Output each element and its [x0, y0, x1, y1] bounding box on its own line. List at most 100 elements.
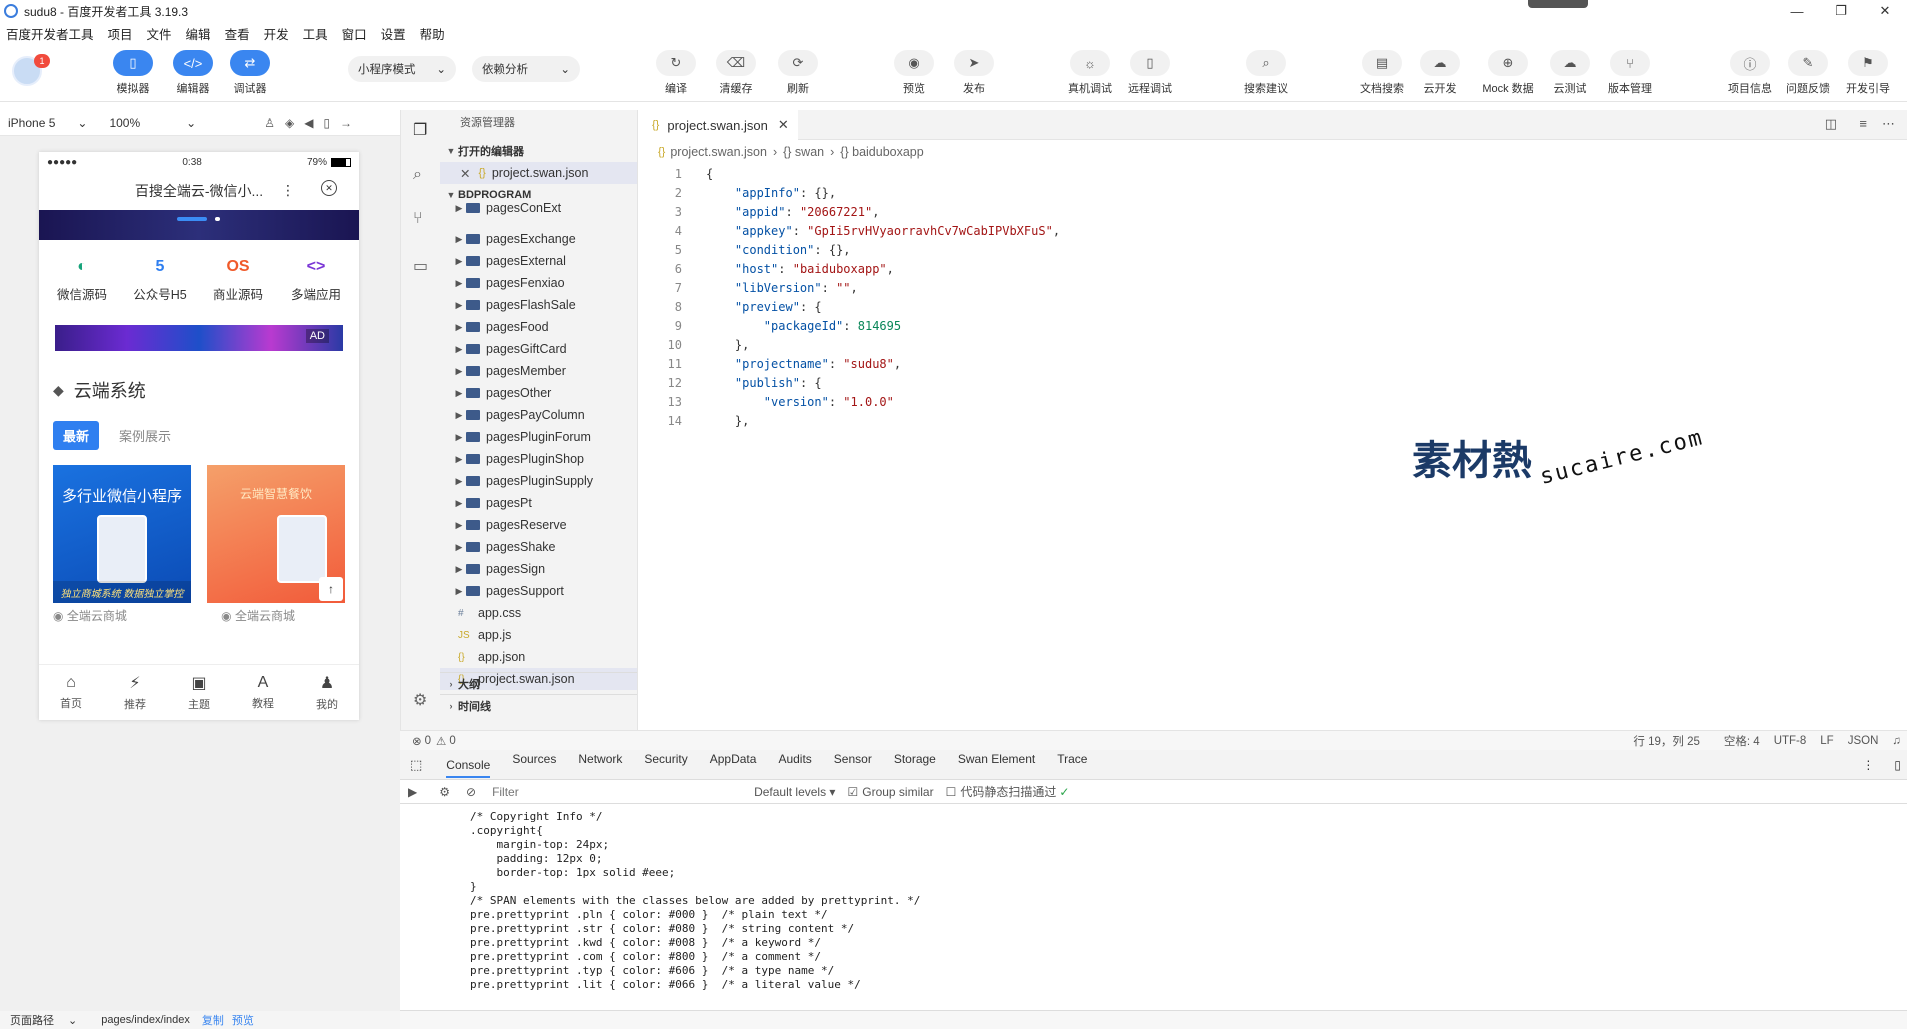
editor-button[interactable]: </> 编辑器	[163, 50, 223, 96]
source-control-icon[interactable]: ⑂	[413, 210, 423, 228]
minimize-button[interactable]: —	[1775, 0, 1819, 22]
devtools-tab[interactable]: Network	[578, 752, 622, 778]
phone-screen[interactable]: ●●●●● 0:38 79% 百搜全端云-微信小... ⋮ ✕ ◐ 微信源码 5 公众…	[39, 152, 359, 720]
search-icon[interactable]: ⌕	[413, 166, 422, 184]
category-item[interactable]: 5 公众号H5	[125, 254, 195, 303]
category-item[interactable]: OS 商业源码	[203, 254, 273, 303]
compile-button[interactable]: ↻ 编译	[646, 50, 706, 96]
devtools-tab[interactable]: Audits	[778, 752, 811, 778]
folder-item[interactable]: ▶ pagesShake	[440, 536, 637, 558]
mock-data-button[interactable]: ⊕ Mock 数据	[1478, 50, 1538, 96]
search-suggest-button[interactable]: ⌕ 搜索建议	[1236, 50, 1296, 96]
tabbar-item[interactable]: ⌂ 首页	[41, 665, 101, 720]
folder-item[interactable]: ▶ pagesSign	[440, 558, 637, 580]
more-icon[interactable]: ⋮	[281, 182, 295, 199]
encoding[interactable]: UTF-8	[1774, 735, 1807, 747]
refresh-button[interactable]: ⟳ 刷新	[768, 50, 828, 96]
file-item[interactable]: {} app.json	[440, 646, 637, 668]
chevron-down-icon[interactable]: ⌄	[77, 116, 87, 130]
line-ending[interactable]: LF	[1820, 735, 1833, 747]
tabbar-item[interactable]: A 教程	[233, 665, 293, 720]
device-select[interactable]: iPhone 5	[8, 116, 55, 130]
category-item[interactable]: ◐ 微信源码	[47, 254, 117, 303]
folder-item[interactable]: ▶ pagesFood	[440, 316, 637, 338]
cloud-test-button[interactable]: ☁ 云测试	[1540, 50, 1600, 96]
file-item[interactable]: JS app.js	[440, 624, 637, 646]
chevron-down-icon[interactable]: ⌄	[186, 116, 196, 130]
tabbar-item[interactable]: ⚡ 推荐	[105, 665, 165, 720]
arrow-right-icon[interactable]: →	[340, 116, 352, 130]
inspect-icon[interactable]: ⬚	[410, 757, 422, 773]
tabbar-item[interactable]: ▣ 主题	[169, 665, 229, 720]
menu-item[interactable]: 百度开发者工具	[6, 24, 94, 43]
close-button[interactable]: ✕	[1863, 0, 1907, 22]
static-scan-checkbox[interactable]: ☐	[946, 785, 957, 799]
sound-icon[interactable]: ◀	[304, 116, 313, 130]
menu-item[interactable]: 查看	[225, 24, 250, 43]
tab-latest[interactable]: 最新	[53, 421, 100, 450]
editor-tab[interactable]: {} project.swan.json ✕	[638, 110, 798, 140]
cube-icon[interactable]: ◈	[285, 116, 294, 130]
error-count[interactable]: 0	[425, 735, 431, 747]
breadcrumb-item[interactable]: {} baiduboxapp	[840, 145, 923, 159]
folder-item[interactable]: ▶ pagesReserve	[440, 514, 637, 536]
bell-icon[interactable]: ♫	[1892, 735, 1901, 747]
folder-item[interactable]: ▶ pagesConExt	[440, 200, 637, 216]
preview-link[interactable]: 预览	[232, 1012, 254, 1028]
mode-select[interactable]: 小程序模式 ⌄	[348, 56, 456, 82]
console-filter-input[interactable]	[492, 784, 743, 799]
folder-item[interactable]: ▶ pagesFlashSale	[440, 294, 637, 316]
publish-button[interactable]: ➤ 发布	[944, 50, 1004, 96]
menu-item[interactable]: 窗口	[342, 24, 367, 43]
category-item[interactable]: <> 多端应用	[281, 254, 351, 303]
folder-item[interactable]: ▶ pagesExternal	[440, 250, 637, 272]
menu-item[interactable]: 工具	[303, 24, 328, 43]
menu-item[interactable]: 开发	[264, 24, 289, 43]
menu-item[interactable]: 设置	[381, 24, 406, 43]
feedback-button[interactable]: ✎ 问题反馈	[1778, 50, 1838, 96]
product-card[interactable]: 云端智慧餐饮 ↑	[207, 465, 345, 603]
maximize-button[interactable]: ❐	[1819, 0, 1863, 22]
menu-item[interactable]: 项目	[108, 24, 133, 43]
folder-item[interactable]: ▶ pagesPt	[440, 492, 637, 514]
real-device-debug-button[interactable]: ☼ 真机调试	[1060, 50, 1120, 96]
drag-handle[interactable]	[1528, 0, 1588, 8]
close-tab-icon[interactable]: ✕	[778, 117, 789, 133]
toggle-panel-icon[interactable]: ≡	[1859, 116, 1867, 131]
folder-item[interactable]: ▶ pagesSupport	[440, 580, 637, 602]
preview-button[interactable]: ◉ 预览	[884, 50, 944, 96]
folder-item[interactable]: ▶ pagesPayColumn	[440, 404, 637, 426]
folder-item[interactable]: ▶ pagesPluginSupply	[440, 470, 637, 492]
project-info-button[interactable]: ⓘ 项目信息	[1720, 50, 1780, 96]
carousel-dot-active[interactable]	[177, 217, 207, 221]
back-to-top-icon[interactable]: ↑	[319, 577, 343, 601]
breadcrumb-item[interactable]: {} swan	[783, 145, 824, 159]
debug-icon[interactable]: ▭	[413, 256, 428, 276]
carousel-dot[interactable]	[215, 217, 220, 221]
product-card[interactable]: 多行业微信小程序 独立商城系统 数据独立掌控	[53, 465, 191, 603]
banner-carousel[interactable]	[39, 210, 359, 240]
devtools-tab[interactable]: AppData	[710, 752, 757, 778]
menu-item[interactable]: 帮助	[420, 24, 445, 43]
devtools-tab[interactable]: Sources	[512, 752, 556, 778]
devtools-tab[interactable]: Console	[446, 758, 491, 778]
open-editor-item[interactable]: ✕ {} project.swan.json	[440, 162, 637, 184]
devtools-tab[interactable]: Sensor	[834, 752, 872, 778]
code-editor[interactable]: 1{2 "appInfo": {}, 3 "appid": "20667221",…	[650, 164, 1550, 430]
settings-icon[interactable]: ⚙	[439, 785, 450, 799]
clear-console-icon[interactable]: ⊘	[466, 785, 476, 799]
timeline-header[interactable]: › 时间线	[440, 694, 637, 716]
split-editor-icon[interactable]: ◫	[1825, 116, 1837, 132]
close-icon[interactable]: ✕	[460, 166, 470, 181]
folder-item[interactable]: ▶ pagesGiftCard	[440, 338, 637, 360]
error-icon[interactable]: ⊗	[412, 734, 422, 748]
zoom-select[interactable]: 100%	[109, 116, 140, 130]
dev-guide-button[interactable]: ⚑ 开发引导	[1838, 50, 1898, 96]
folder-item[interactable]: ▶ pagesExchange	[440, 228, 637, 250]
gear-icon[interactable]: ⚙	[413, 690, 427, 710]
breadcrumb-item[interactable]: project.swan.json	[670, 145, 767, 159]
remote-debug-button[interactable]: ▯ 远程调试	[1120, 50, 1180, 96]
simulator-button[interactable]: ▯ 模拟器	[103, 50, 163, 96]
devtools-tab[interactable]: Swan Element	[958, 752, 1035, 778]
debugger-button[interactable]: ⇄ 调试器	[220, 50, 280, 96]
